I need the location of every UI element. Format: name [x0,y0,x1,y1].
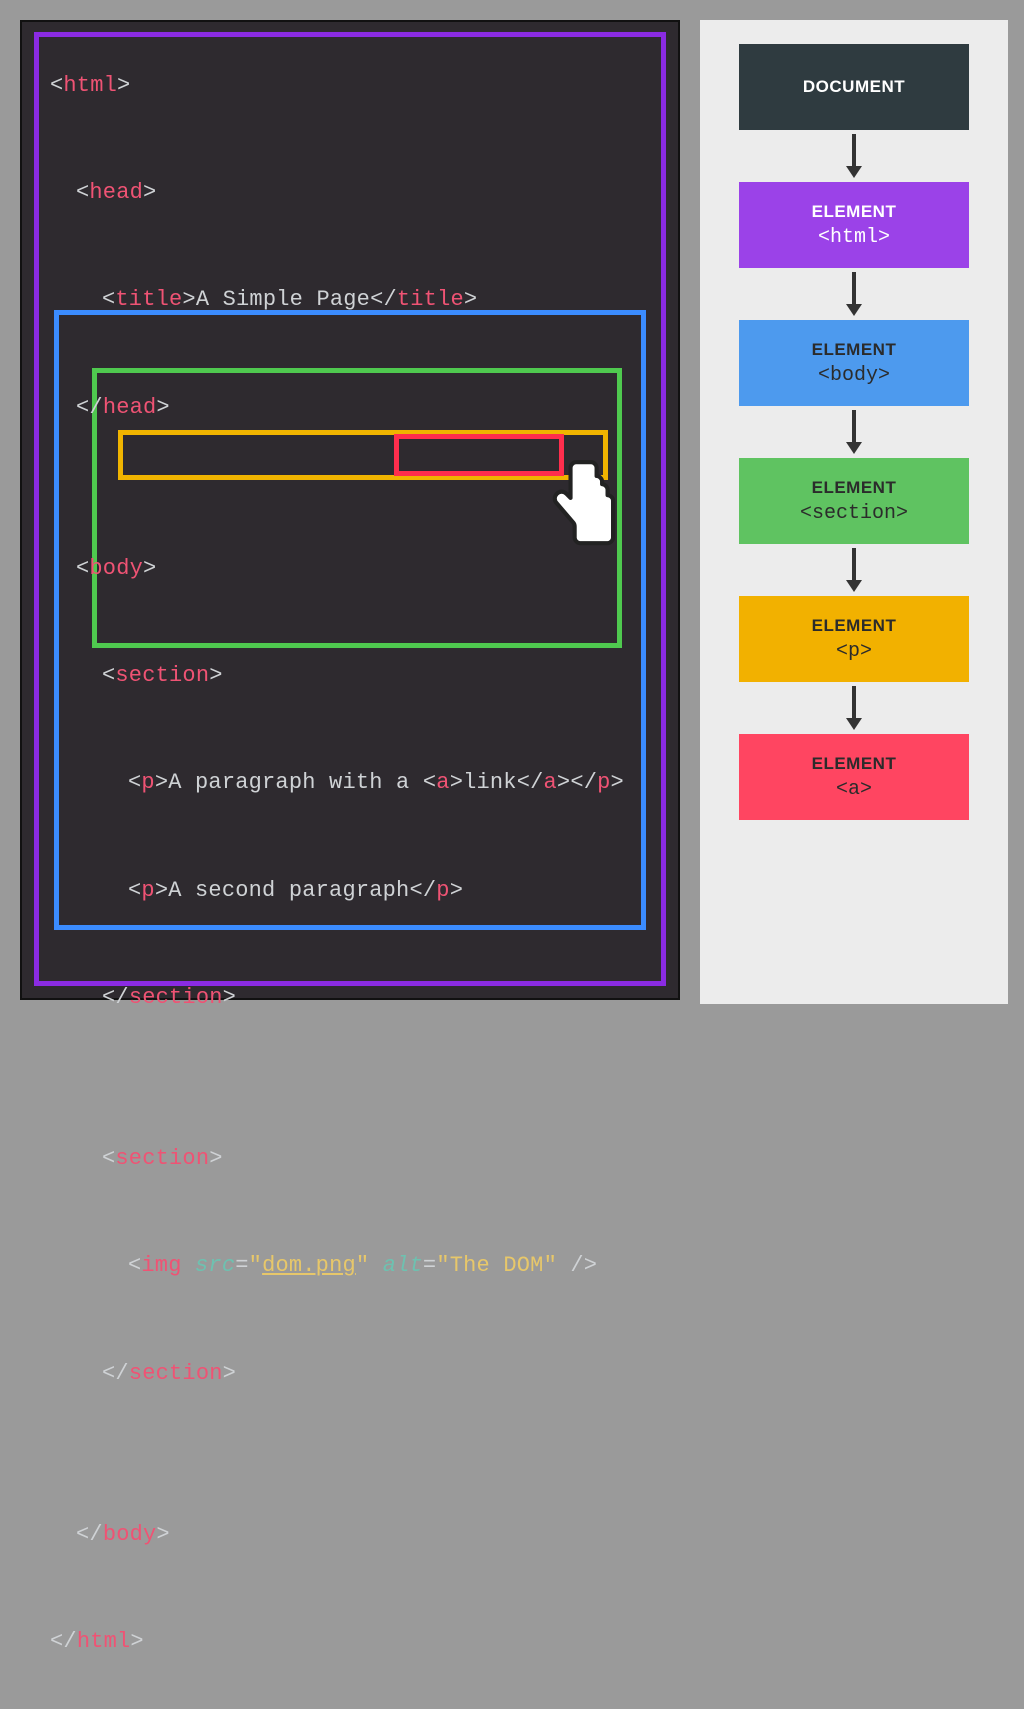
dom-tree-panel: DOCUMENT ELEMENT <html> ELEMENT <body> E… [700,20,1008,1004]
tree-node-tag: <section> [800,502,908,525]
tree-node-type: ELEMENT [812,616,897,636]
code-panel: <html> <head> <title>A Simple Page</titl… [20,20,680,1000]
tree-node-p: ELEMENT <p> [739,596,969,682]
tree-node-a: ELEMENT <a> [739,734,969,820]
tree-node-type: ELEMENT [812,340,897,360]
tree-arrow [844,130,864,182]
p2-text: A second paragraph [168,878,409,903]
tree-arrow [844,544,864,596]
tree-node-body: ELEMENT <body> [739,320,969,406]
img-src: dom.png [262,1253,356,1278]
tree-node-tag: <body> [818,364,890,387]
tree-node-section: ELEMENT <section> [739,458,969,544]
tree-node-type: ELEMENT [812,202,897,222]
tree-arrow [844,268,864,320]
tree-node-document: DOCUMENT [739,44,969,130]
tree-node-type: ELEMENT [812,754,897,774]
tree-arrow [844,406,864,458]
img-alt: The DOM [450,1253,544,1278]
title-text: A Simple Page [196,287,370,312]
tree-node-tag: <p> [836,640,872,663]
tree-node-type: DOCUMENT [803,77,905,97]
link-text: link [463,770,517,795]
tree-arrow [844,682,864,734]
tree-node-tag: <html> [818,226,890,249]
tree-node-html: ELEMENT <html> [739,182,969,268]
tree-node-type: ELEMENT [812,478,897,498]
tree-node-tag: <a> [836,778,872,801]
p1-text: A paragraph with a [168,770,423,795]
code-source: <html> <head> <title>A Simple Page</titl… [50,46,656,1709]
